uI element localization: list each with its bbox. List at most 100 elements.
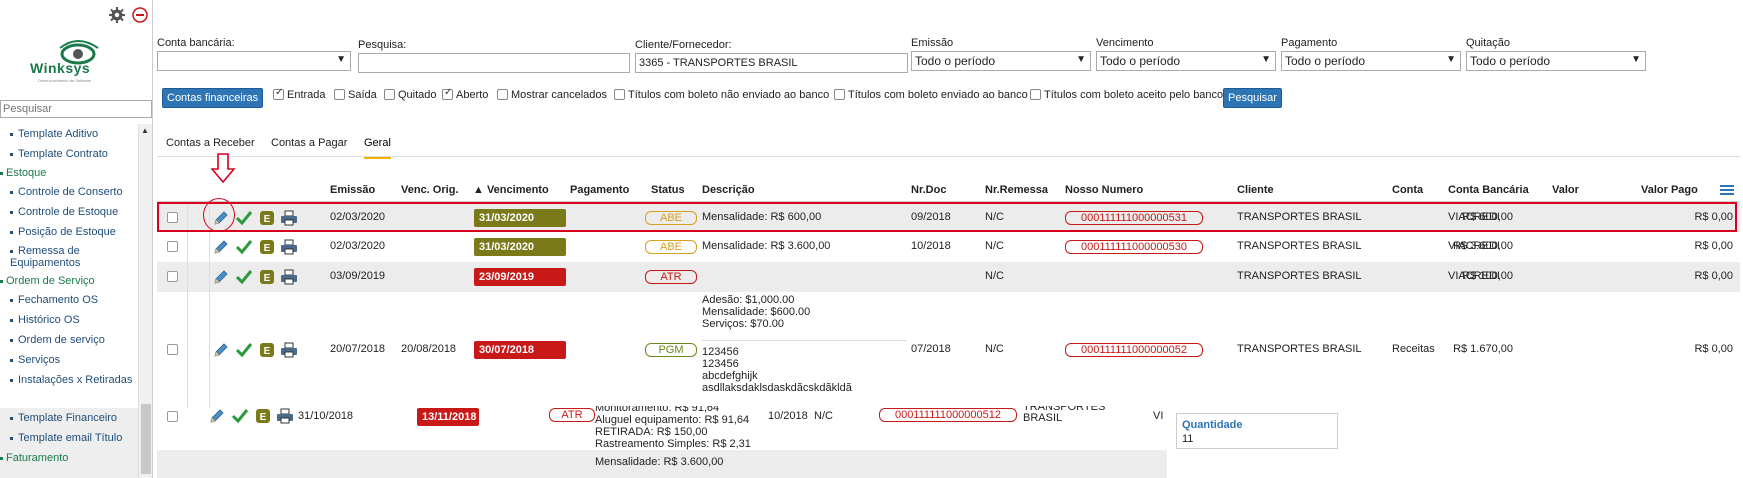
col-descricao[interactable]: Descrição [702, 184, 755, 196]
conta-bancaria-select[interactable]: ▼ [157, 51, 351, 71]
checkbox-filter[interactable]: Saída [334, 89, 377, 101]
app-root: Winksys Desenvolvimento de Software Temp… [0, 0, 1743, 478]
sidebar-category[interactable]: Faturamento [0, 452, 68, 464]
col-nr-remessa[interactable]: Nr.Remessa [985, 184, 1048, 196]
table-row[interactable]: E 02/03/2020 31/03/2020 ABE Mensalidade: R$ … [157, 232, 1740, 262]
pagamento-select[interactable]: Todo o período ▼ [1281, 51, 1461, 71]
sidebar-search-input[interactable] [0, 100, 152, 118]
col-vencimento[interactable]: ▲ Vencimento [473, 184, 549, 196]
sidebar-category[interactable]: Estoque [0, 167, 46, 179]
contas-financeiras-button[interactable]: Contas financeiras [162, 88, 264, 108]
checkbox-filter[interactable]: Entrada [273, 87, 326, 101]
row-checkbox[interactable] [167, 411, 178, 422]
col-pagamento[interactable]: Pagamento [570, 184, 629, 196]
email-e-icon[interactable]: E [258, 238, 276, 256]
printer-icon[interactable] [276, 407, 294, 425]
row-checkbox[interactable] [167, 344, 178, 355]
cell-valor: R$ 1.670,00 [1453, 343, 1513, 355]
edit-pencil-icon[interactable] [212, 238, 230, 256]
sidebar-item[interactable]: Controle de Estoque [10, 206, 118, 218]
sidebar-item[interactable]: Template Aditivo [10, 128, 98, 140]
checkbox-filter[interactable]: Títulos com boleto aceito pelo banco [1030, 89, 1223, 101]
col-valor-pago[interactable]: Valor Pago [1641, 184, 1698, 196]
sidebar-item[interactable]: Instalações x Retiradas [10, 374, 132, 386]
sidebar-item[interactable]: Controle de Conserto [10, 186, 123, 198]
pesquisar-button[interactable]: Pesquisar [1223, 88, 1282, 108]
email-e-icon[interactable]: E [258, 341, 276, 359]
tab-contas-receber[interactable]: Contas a Receber [166, 137, 255, 149]
check-icon[interactable] [235, 268, 253, 286]
svg-text:E: E [264, 273, 271, 284]
email-e-icon[interactable]: E [258, 268, 276, 286]
quitacao-select[interactable]: Todo o período ▼ [1466, 51, 1646, 71]
column-menu-icon[interactable] [1720, 184, 1734, 196]
checkbox-icon[interactable] [1030, 89, 1041, 100]
col-conta[interactable]: Conta [1392, 184, 1423, 196]
col-emissao[interactable]: Emissão [330, 184, 375, 196]
checkbox-filter[interactable]: Títulos com boleto enviado ao banco [834, 89, 1028, 101]
sidebar-item[interactable]: Posição de Estoque [10, 226, 116, 238]
checkbox-checked-icon[interactable] [442, 87, 453, 100]
checkbox-icon[interactable] [334, 89, 345, 100]
cliente-input[interactable]: 3365 - TRANSPORTES BRASIL [635, 53, 908, 73]
cell-descricao: Aluguel equipamento: R$ 91,64 [595, 414, 750, 426]
sidebar-category[interactable]: Ordem de Serviço [0, 275, 95, 287]
edit-pencil-icon[interactable] [212, 341, 230, 359]
table-row[interactable]: E 31/10/2018 13/11/2018 ATR Monitoramento: R… [157, 406, 1167, 478]
chevron-down-icon: ▼ [1446, 54, 1456, 65]
checkbox-icon[interactable] [384, 89, 395, 100]
sidebar-item[interactable]: Histórico OS [10, 314, 80, 326]
col-conta-bancaria[interactable]: Conta Bancária [1448, 184, 1529, 196]
scrollbar-thumb[interactable] [141, 404, 151, 474]
cell-emissao: 20/07/2018 [330, 343, 386, 355]
checkbox-icon[interactable] [614, 89, 625, 100]
cell-nr-remessa: N/C [985, 240, 1004, 252]
col-valor[interactable]: Valor [1552, 184, 1579, 196]
checkbox-icon[interactable] [834, 89, 845, 100]
sidebar-item[interactable]: Template Contrato [10, 148, 108, 160]
edit-pencil-icon[interactable] [212, 268, 230, 286]
emissao-select[interactable]: Todo o período ▼ [911, 51, 1091, 71]
checkbox-filter[interactable]: Aberto [442, 87, 488, 101]
col-nr-doc[interactable]: Nr.Doc [911, 184, 946, 196]
printer-icon[interactable] [280, 268, 298, 286]
sidebar-item-label: Controle de Estoque [18, 206, 119, 218]
sidebar-item[interactable]: Template Financeiro [10, 412, 117, 424]
logout-icon[interactable] [132, 7, 148, 23]
col-status[interactable]: Status [651, 184, 685, 196]
printer-icon[interactable] [280, 341, 298, 359]
table-row[interactable]: E 20/07/2018 20/08/2018 30/07/2018 PGM Adesão… [157, 292, 1740, 408]
sidebar-scrollbar[interactable]: ▲ [138, 124, 152, 478]
gear-icon[interactable] [109, 7, 125, 23]
checkbox-icon[interactable] [497, 89, 508, 100]
cell-descricao: 123456 [702, 358, 739, 370]
chevron-down-icon: ▼ [1261, 54, 1271, 65]
col-venc-orig[interactable]: Venc. Orig. [401, 184, 458, 196]
sidebar-item[interactable]: Fechamento OS [10, 294, 98, 306]
row-checkbox[interactable] [167, 241, 178, 252]
sidebar-item[interactable]: Ordem de serviço [10, 334, 105, 346]
email-e-icon[interactable]: E [254, 407, 272, 425]
printer-icon[interactable] [280, 238, 298, 256]
tab-contas-pagar[interactable]: Contas a Pagar [271, 137, 347, 149]
edit-pencil-icon[interactable] [208, 407, 226, 425]
sidebar-item-label: Template Financeiro [18, 412, 118, 424]
checkbox-filter[interactable]: Mostrar cancelados [497, 89, 607, 101]
check-icon[interactable] [231, 407, 249, 425]
checkbox-filter[interactable]: Títulos com boleto não enviado ao banco [614, 89, 829, 101]
vencimento-select[interactable]: Todo o período ▼ [1096, 51, 1276, 71]
sidebar-item[interactable]: Remessa de Equipamentos [10, 245, 138, 269]
sidebar-item[interactable]: Serviços [10, 354, 60, 366]
check-icon[interactable] [235, 238, 253, 256]
checkbox-checked-icon[interactable] [273, 87, 284, 100]
check-icon[interactable] [235, 341, 253, 359]
row-checkbox[interactable] [167, 271, 178, 282]
scroll-up-icon[interactable]: ▲ [141, 126, 149, 135]
cell-descricao: abcdefghijk [702, 370, 758, 382]
checkbox-filter[interactable]: Quitado [384, 89, 437, 101]
col-cliente[interactable]: Cliente [1237, 184, 1274, 196]
sidebar-item[interactable]: Template email Título [10, 432, 122, 444]
col-nosso-numero[interactable]: Nosso Numero [1065, 184, 1143, 196]
pesquisa-input[interactable] [358, 53, 630, 73]
table-row[interactable]: E 03/09/2019 23/09/2019 ATR N/C TRANSPORTES B… [157, 262, 1740, 292]
